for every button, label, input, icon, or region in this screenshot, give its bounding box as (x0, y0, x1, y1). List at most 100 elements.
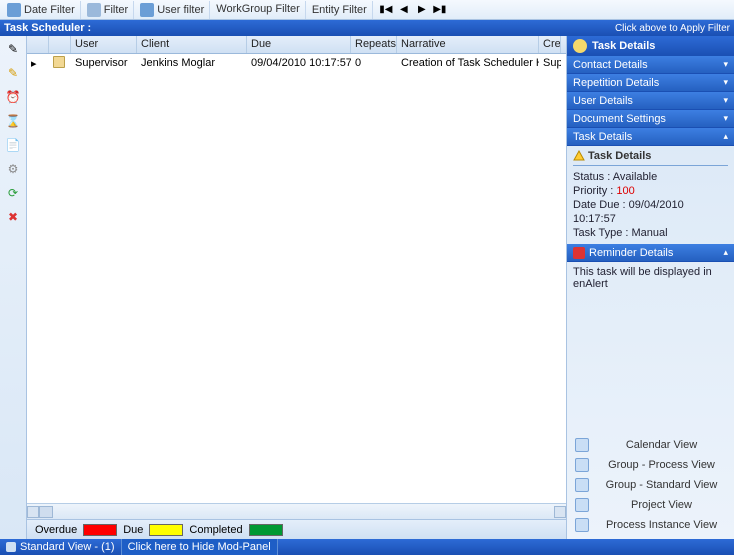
grid-area: User Client Due Repeats Narrative Cre ▸ … (27, 36, 567, 539)
chevron-down-icon: ▾ (723, 95, 728, 106)
row-selector[interactable]: ▸ (27, 56, 49, 71)
col-icon[interactable] (49, 36, 71, 53)
status-view-icon (6, 542, 16, 552)
user-filter-icon (140, 3, 154, 17)
legend-overdue-swatch (83, 524, 117, 536)
chevron-up-icon: ▴ (723, 131, 728, 142)
group-process-icon (575, 458, 589, 472)
view-group-process[interactable]: Group - Process View (571, 455, 730, 475)
user-filter-label: User filter (157, 4, 204, 16)
grid-header: User Client Due Repeats Narrative Cre (27, 36, 566, 54)
accordion-contact-label: Contact Details (573, 59, 648, 71)
col-client[interactable]: Client (137, 36, 247, 53)
record-nav: ▮◀ ◀ ▶ ▶▮ (378, 2, 448, 18)
legend-due-label: Due (123, 524, 143, 536)
accordion-repetition[interactable]: Repetition Details▾ (567, 74, 734, 92)
status-mod-panel-label: Click here to Hide Mod-Panel (128, 541, 271, 553)
chevron-up-icon: ▴ (723, 247, 728, 258)
view-group-standard-label: Group - Standard View (597, 479, 726, 491)
date-filter-button[interactable]: Date Filter (2, 1, 81, 19)
details-title: Task Details (592, 40, 655, 52)
chevron-down-icon: ▾ (723, 59, 728, 70)
col-narrative[interactable]: Narrative (397, 36, 539, 53)
col-user[interactable]: User (71, 36, 137, 53)
status-bar: Standard View - (1) Click here to Hide M… (0, 539, 734, 555)
col-repeats[interactable]: Repeats (351, 36, 397, 53)
view-project-label: Project View (597, 499, 726, 511)
nav-next-icon[interactable]: ▶ (414, 2, 430, 18)
tool-wand-icon[interactable]: ✎ (4, 40, 22, 58)
accordion-document[interactable]: Document Settings ▾ (567, 110, 734, 128)
view-group-standard[interactable]: Group - Standard View (571, 475, 730, 495)
tool-cancel-icon[interactable]: ✖ (4, 208, 22, 226)
scroll-left-icon[interactable] (27, 506, 39, 518)
table-row[interactable]: ▸ Supervisor Jenkins Moglar 09/04/2010 1… (27, 54, 566, 72)
nav-first-icon[interactable]: ▮◀ (378, 2, 394, 18)
details-panel: Task Details Contact Details ▾ Repetition… (567, 36, 734, 539)
view-switcher: Calendar View Group - Process View Group… (567, 429, 734, 539)
legend-completed-swatch (249, 524, 283, 536)
reminder-alert-icon (573, 247, 585, 259)
accordion-reminder[interactable]: Reminder Details ▴ (567, 244, 734, 262)
status-mod-panel[interactable]: Click here to Hide Mod-Panel (122, 539, 278, 555)
accordion-task[interactable]: Task Details▴ (567, 128, 734, 146)
entity-filter-button[interactable]: Entity Filter (307, 1, 373, 19)
chevron-down-icon: ▾ (723, 77, 728, 88)
accordion-reminder-label: Reminder Details (589, 247, 673, 259)
col-created[interactable]: Cre (539, 36, 561, 53)
filter-button[interactable]: Filter (82, 1, 134, 19)
scroll-right-icon[interactable] (554, 506, 566, 518)
col-indicator[interactable] (27, 36, 49, 53)
left-toolbar: ✎ ✎ ⏰ ⌛ 📄 ⚙ ⟳ ✖ (0, 36, 27, 539)
grid-body[interactable]: ▸ Supervisor Jenkins Moglar 09/04/2010 1… (27, 54, 566, 503)
accordion-user[interactable]: User Details▾ (567, 92, 734, 110)
nav-last-icon[interactable]: ▶▮ (432, 2, 448, 18)
tool-brush-icon[interactable]: ✎ (4, 64, 22, 82)
details-title-icon (573, 39, 587, 53)
view-process-instance[interactable]: Process Instance View (571, 515, 730, 535)
task-details-heading: Task Details (588, 150, 651, 162)
cell-user: Supervisor (71, 56, 137, 70)
cell-created: Sup (539, 56, 561, 70)
legend-due-swatch (149, 524, 183, 536)
col-due[interactable]: Due (247, 36, 351, 53)
task-details-content: Task Details Status : Available Priority… (567, 146, 734, 244)
cell-narrative: Creation of Task Scheduler Help Files (397, 56, 539, 70)
chevron-down-icon: ▾ (723, 113, 728, 124)
reminder-content: This task will be displayed in enAlert (567, 262, 734, 294)
view-calendar[interactable]: Calendar View (571, 435, 730, 455)
legend-completed-label: Completed (189, 524, 242, 536)
view-project[interactable]: Project View (571, 495, 730, 515)
horizontal-scrollbar[interactable] (27, 503, 566, 519)
view-group-process-label: Group - Process View (597, 459, 726, 471)
tool-note-icon[interactable]: 📄 (4, 136, 22, 154)
process-instance-icon (575, 518, 589, 532)
tool-hourglass-icon[interactable]: ⌛ (4, 112, 22, 130)
nav-prev-icon[interactable]: ◀ (396, 2, 412, 18)
date-due-label: Date Due : (573, 199, 626, 211)
legend-bar: Overdue Due Completed (27, 519, 566, 539)
tool-prefs-icon[interactable]: ⚙ (4, 160, 22, 178)
workgroup-filter-label: WorkGroup Filter (216, 5, 300, 14)
task-type-value: Manual (632, 227, 668, 239)
cell-due: 09/04/2010 10:17:57 (247, 56, 351, 70)
workgroup-filter-button[interactable]: WorkGroup Filter (211, 1, 306, 19)
accordion-contact[interactable]: Contact Details ▾ (567, 56, 734, 74)
status-label: Status : (573, 171, 610, 183)
tool-refresh-icon[interactable]: ⟳ (4, 184, 22, 202)
status-value: Available (613, 171, 657, 183)
details-title-bar: Task Details (567, 36, 734, 56)
cell-client: Jenkins Moglar (137, 56, 247, 70)
group-standard-icon (575, 478, 589, 492)
accordion-document-label: Document Settings (573, 113, 666, 125)
user-filter-button[interactable]: User filter (135, 1, 210, 19)
apply-filter-hint[interactable]: Click above to Apply Filter (615, 23, 730, 34)
cell-repeats: 0 (351, 56, 397, 70)
status-view[interactable]: Standard View - (1) (0, 539, 122, 555)
top-toolbar: Date Filter Filter User filter WorkGroup… (0, 0, 734, 20)
header-bar: Task Scheduler : Click above to Apply Fi… (0, 20, 734, 36)
filter-icon (87, 3, 101, 17)
scroll-thumb[interactable] (39, 506, 53, 518)
tool-bell-icon[interactable]: ⏰ (4, 88, 22, 106)
priority-value: 100 (616, 185, 634, 197)
